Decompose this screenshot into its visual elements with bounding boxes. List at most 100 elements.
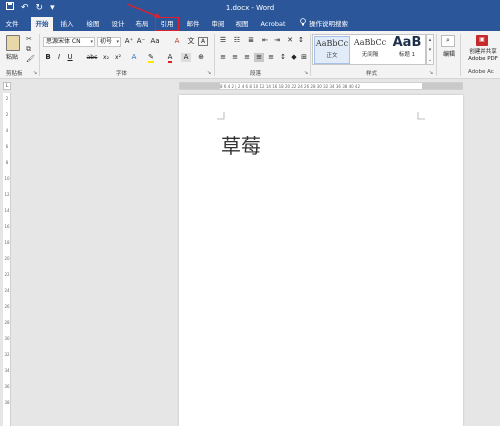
italic-button[interactable]: I <box>55 53 63 62</box>
style-heading-1[interactable]: AaB 标题 1 <box>389 36 425 64</box>
paste-button[interactable]: 粘贴 <box>6 52 18 61</box>
create-share-line1: 创建并共享 <box>469 49 497 55</box>
vertical-ruler-tick: 12 <box>4 192 10 197</box>
create-share-pdf-button[interactable]: 创建并共享 Adobe PDF <box>463 49 500 63</box>
style-no-spacing[interactable]: AaBbCc 无间隔 <box>352 36 388 64</box>
group-divider <box>310 34 311 76</box>
annotation-arrow-icon <box>126 3 161 18</box>
cut-icon[interactable]: ✂ <box>26 35 32 43</box>
horizontal-ruler[interactable]: 8 6 4 2 | 2 4 6 8 10 12 14 16 18 20 22 2… <box>179 82 463 90</box>
underline-button[interactable]: U <box>66 53 74 62</box>
phonetic-guide-button[interactable]: 文 <box>186 37 196 46</box>
align-left-icon[interactable]: ≡ <box>218 53 228 62</box>
vertical-ruler-tick: 2 <box>5 112 9 117</box>
tab-insert[interactable]: 插入 <box>58 17 76 31</box>
text-effects-button[interactable]: A <box>129 53 139 62</box>
bold-button[interactable]: B <box>44 53 52 62</box>
chinese-layout-icon[interactable]: ✕ <box>285 36 295 45</box>
sort-icon[interactable]: ↕ <box>296 36 306 45</box>
vertical-ruler-tick: 26 <box>4 304 10 309</box>
ribbon-tab-bar: 文件 开始 插入 绘图 设计 布局 引用 邮件 审阅 视图 Acrobat 操作… <box>0 16 500 31</box>
vertical-ruler-tick: 16 <box>4 224 10 229</box>
vertical-ruler-tick: 38 <box>4 400 10 405</box>
style-sample: AaB <box>392 35 422 50</box>
enclosed-char-button[interactable]: ⊕ <box>196 53 206 62</box>
font-color-icon: A <box>167 53 173 63</box>
shading-icon[interactable]: ◆ <box>290 53 298 62</box>
paste-icon[interactable] <box>6 35 20 51</box>
increase-indent-icon[interactable]: ⇥ <box>272 36 282 45</box>
chevron-down-icon: ▾ <box>90 39 93 45</box>
chevron-down-icon: ▾ <box>116 39 119 45</box>
tab-draw[interactable]: 绘图 <box>84 17 102 31</box>
crop-mark-icon <box>217 112 225 120</box>
tab-review[interactable]: 审阅 <box>209 17 227 31</box>
clipboard-group-label: 剪贴板 <box>6 71 23 77</box>
vertical-ruler-tick: 30 <box>4 336 10 341</box>
multilevel-list-icon[interactable]: ≣ <box>246 36 256 45</box>
styles-group-label: 样式 <box>366 71 378 77</box>
group-divider <box>214 34 215 76</box>
dialog-launcher-icon[interactable]: ↘ <box>33 69 37 77</box>
ruler-tab-selector[interactable]: L <box>3 82 11 90</box>
tab-view[interactable]: 视图 <box>233 17 251 31</box>
style-name: 无间隔 <box>361 52 379 58</box>
window-title: 1.docx - Word <box>225 4 275 12</box>
numbering-icon[interactable]: ☷ <box>232 36 242 45</box>
vertical-ruler-tick: 8 <box>5 160 9 165</box>
styles-scroll-button[interactable]: ▴ ▾ ⌄ <box>426 34 434 65</box>
paragraph-group-label: 段落 <box>250 71 262 77</box>
tab-file[interactable]: 文件 <box>4 17 20 31</box>
superscript-button[interactable]: x² <box>113 53 123 62</box>
find-icon[interactable]: ⌕ <box>441 35 455 47</box>
subscript-button[interactable]: x₂ <box>101 53 111 62</box>
vertical-ruler-tick: 32 <box>4 352 10 357</box>
dialog-launcher-icon[interactable]: ↘ <box>429 69 433 77</box>
vertical-ruler-tick: 14 <box>4 208 10 213</box>
tab-acrobat[interactable]: Acrobat <box>258 17 288 31</box>
change-case-button[interactable]: Aa <box>149 37 161 46</box>
justify-icon[interactable]: ≡ <box>254 53 264 62</box>
font-name-value: 思源宋体 CN <box>46 38 81 45</box>
bullets-icon[interactable]: ☰ <box>218 36 228 45</box>
align-right-icon[interactable]: ≡ <box>242 53 252 62</box>
character-shading-button[interactable]: A <box>181 53 191 62</box>
font-name-combo[interactable]: 思源宋体 CN ▾ <box>43 37 95 47</box>
grow-font-button[interactable]: A⁺ <box>124 37 134 46</box>
style-sample: AaBbCc <box>315 39 349 48</box>
font-size-combo[interactable]: 初号 ▾ <box>97 37 121 47</box>
document-page[interactable]: 草莓 <box>179 95 463 426</box>
highlight-button[interactable]: ✎ <box>146 53 156 63</box>
ruler-margin-right <box>422 83 462 89</box>
borders-icon[interactable]: ⊞ <box>300 53 308 62</box>
font-color-button[interactable]: A <box>165 53 175 63</box>
clear-formatting-button[interactable]: A <box>172 37 182 46</box>
style-name: 正文 <box>326 53 338 59</box>
vertical-ruler-tick: 28 <box>4 320 10 325</box>
style-normal[interactable]: AaBbCc 正文 <box>314 36 350 64</box>
tell-me-search[interactable]: 操作说明搜索 <box>300 17 348 31</box>
distributed-icon[interactable]: ≡ <box>266 53 276 62</box>
create-share-line2: Adobe PDF <box>468 56 498 62</box>
line-spacing-icon[interactable]: ↕ <box>278 53 288 62</box>
vertical-ruler-tick: 2 <box>5 96 9 101</box>
editing-button[interactable]: 编辑 <box>440 50 458 59</box>
adobe-pdf-icon[interactable]: ▣ <box>476 35 488 46</box>
vertical-ruler[interactable]: 2 2 4 6 8 10 12 14 16 18 20 22 24 26 28 30 32 34 36 38 <box>3 93 11 426</box>
dialog-launcher-icon[interactable]: ↘ <box>207 69 211 77</box>
shrink-font-button[interactable]: A⁻ <box>136 37 146 46</box>
enclose-character-button[interactable]: A <box>198 37 208 46</box>
ruler-ticks: 8 6 4 2 | 2 4 6 8 10 12 14 16 18 20 22 2… <box>220 84 361 89</box>
document-text[interactable]: 草莓 <box>221 130 261 159</box>
vertical-ruler-tick: 24 <box>4 288 10 293</box>
copy-icon[interactable]: ⧉ <box>26 45 31 53</box>
strikethrough-button[interactable]: abc <box>86 53 98 62</box>
decrease-indent-icon[interactable]: ⇤ <box>260 36 270 45</box>
group-divider <box>436 34 437 76</box>
align-center-icon[interactable]: ≡ <box>230 53 240 62</box>
tab-mailings[interactable]: 邮件 <box>184 17 202 31</box>
style-sample: AaBbCc <box>353 38 387 47</box>
format-painter-icon[interactable]: 🖌 <box>26 55 35 63</box>
dialog-launcher-icon[interactable]: ↘ <box>304 69 308 77</box>
tab-home[interactable]: 开始 <box>31 17 53 31</box>
